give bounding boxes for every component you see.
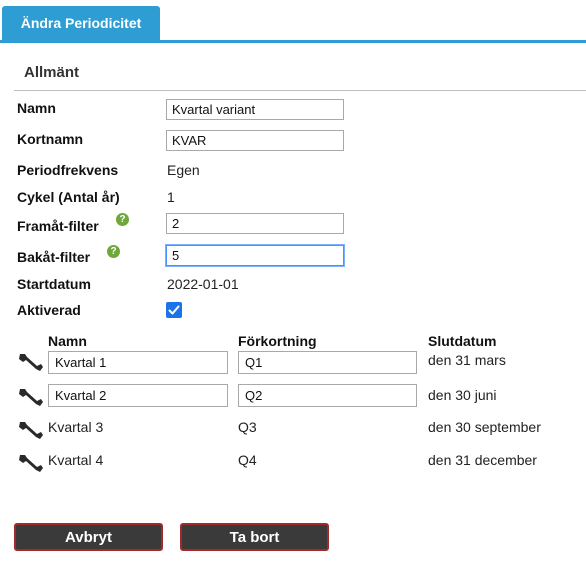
period-name-input[interactable] xyxy=(48,384,228,407)
checkmark-icon xyxy=(168,305,180,315)
tab-edit-periodicity[interactable]: Ändra Periodicitet xyxy=(2,6,160,40)
column-header-name: Namn xyxy=(48,333,87,349)
shortname-label: Kortnamn xyxy=(17,131,84,147)
tab-underline xyxy=(0,40,586,43)
cancel-button[interactable]: Avbryt xyxy=(14,523,163,551)
cycle-label: Cykel (Antal år) xyxy=(17,189,120,205)
column-header-end-date: Slutdatum xyxy=(428,333,497,349)
frequency-label: Periodfrekvens xyxy=(17,162,119,178)
period-abbreviation: Q4 xyxy=(238,452,257,468)
activated-checkbox[interactable] xyxy=(166,302,182,318)
frequency-value: Egen xyxy=(167,162,200,178)
forward-filter-label: Framåt-filter xyxy=(17,218,99,234)
period-end-date: den 30 september xyxy=(428,419,541,435)
period-abbreviation-input[interactable] xyxy=(238,384,417,407)
forward-filter-help-icon[interactable]: ? xyxy=(116,213,129,226)
startdate-value: 2022-01-01 xyxy=(167,276,239,292)
shortname-input[interactable] xyxy=(166,130,344,151)
column-header-abbreviation: Förkortning xyxy=(238,333,317,349)
cycle-value: 1 xyxy=(167,189,175,205)
period-abbreviation-input[interactable] xyxy=(238,351,417,374)
period-name: Kvartal 3 xyxy=(48,419,104,435)
section-divider xyxy=(14,90,586,91)
period-end-date: den 30 juni xyxy=(428,387,497,403)
name-label: Namn xyxy=(17,100,56,116)
wrench-icon[interactable] xyxy=(17,350,45,374)
backward-filter-input[interactable] xyxy=(166,245,344,266)
section-title: Allmänt xyxy=(24,64,80,81)
wrench-icon[interactable] xyxy=(17,451,45,475)
wrench-icon[interactable] xyxy=(17,418,45,442)
period-abbreviation: Q3 xyxy=(238,419,257,435)
wrench-icon[interactable] xyxy=(17,385,45,409)
period-name: Kvartal 4 xyxy=(48,452,104,468)
name-input[interactable] xyxy=(166,99,344,120)
tab-bar: Ändra Periodicitet xyxy=(0,0,586,44)
period-end-date: den 31 mars xyxy=(428,352,506,368)
activated-label: Aktiverad xyxy=(17,302,81,318)
backward-filter-help-icon[interactable]: ? xyxy=(107,245,120,258)
period-name-input[interactable] xyxy=(48,351,228,374)
delete-button[interactable]: Ta bort xyxy=(180,523,329,551)
startdate-label: Startdatum xyxy=(17,276,91,292)
forward-filter-input[interactable] xyxy=(166,213,344,234)
period-end-date: den 31 december xyxy=(428,452,537,468)
backward-filter-label: Bakåt-filter xyxy=(17,249,91,265)
